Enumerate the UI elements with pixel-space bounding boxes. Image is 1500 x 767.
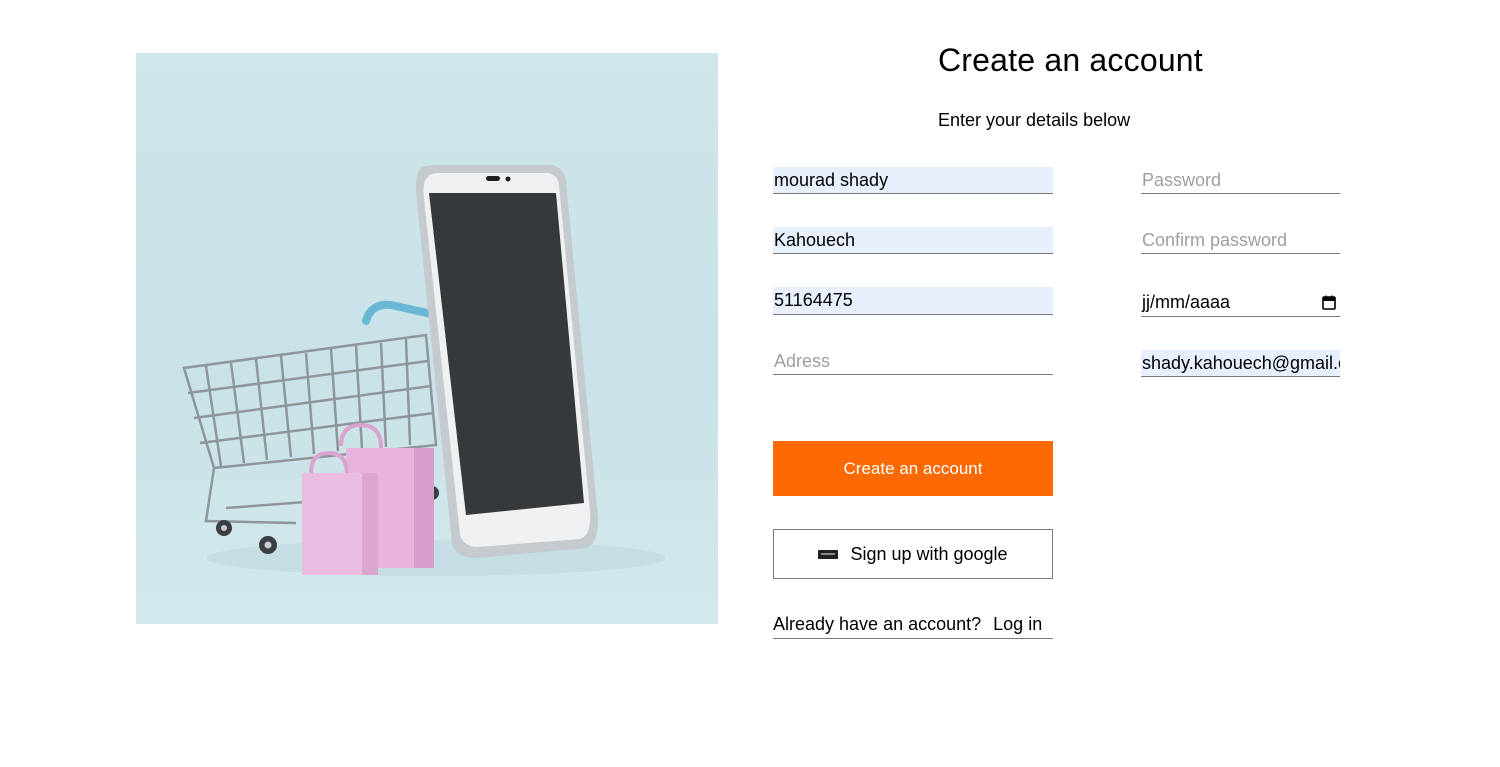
- birthdate-input[interactable]: jj/mm/aaaa: [1141, 288, 1340, 317]
- password-input[interactable]: [1141, 167, 1340, 194]
- google-signup-label: Sign up with google: [850, 543, 1008, 564]
- login-prompt-text: Already have an account?: [773, 614, 982, 634]
- google-signup-button[interactable]: Sign up with google: [773, 529, 1053, 579]
- address-input[interactable]: [773, 348, 1053, 375]
- shopping-cart-phone-image: [182, 165, 666, 576]
- login-prompt: Already have an account? Log in: [773, 614, 1053, 639]
- hero-illustration: [136, 53, 718, 624]
- confirm-password-input[interactable]: [1141, 227, 1340, 254]
- first-name-input[interactable]: [773, 167, 1053, 194]
- page-subtitle: Enter your details below: [938, 110, 1131, 130]
- signup-page: Create an account Enter your details bel…: [0, 0, 1500, 767]
- birthdate-placeholder: jj/mm/aaaa: [1142, 291, 1231, 312]
- calendar-icon[interactable]: [1322, 295, 1336, 310]
- google-logo-icon: [818, 549, 839, 559]
- page-title: Create an account: [938, 42, 1203, 78]
- last-name-input[interactable]: [773, 227, 1053, 254]
- login-link[interactable]: Log in: [993, 614, 1042, 635]
- create-account-button[interactable]: Create an account: [773, 441, 1053, 496]
- phone-input[interactable]: [773, 287, 1053, 315]
- email-input[interactable]: [1141, 350, 1340, 377]
